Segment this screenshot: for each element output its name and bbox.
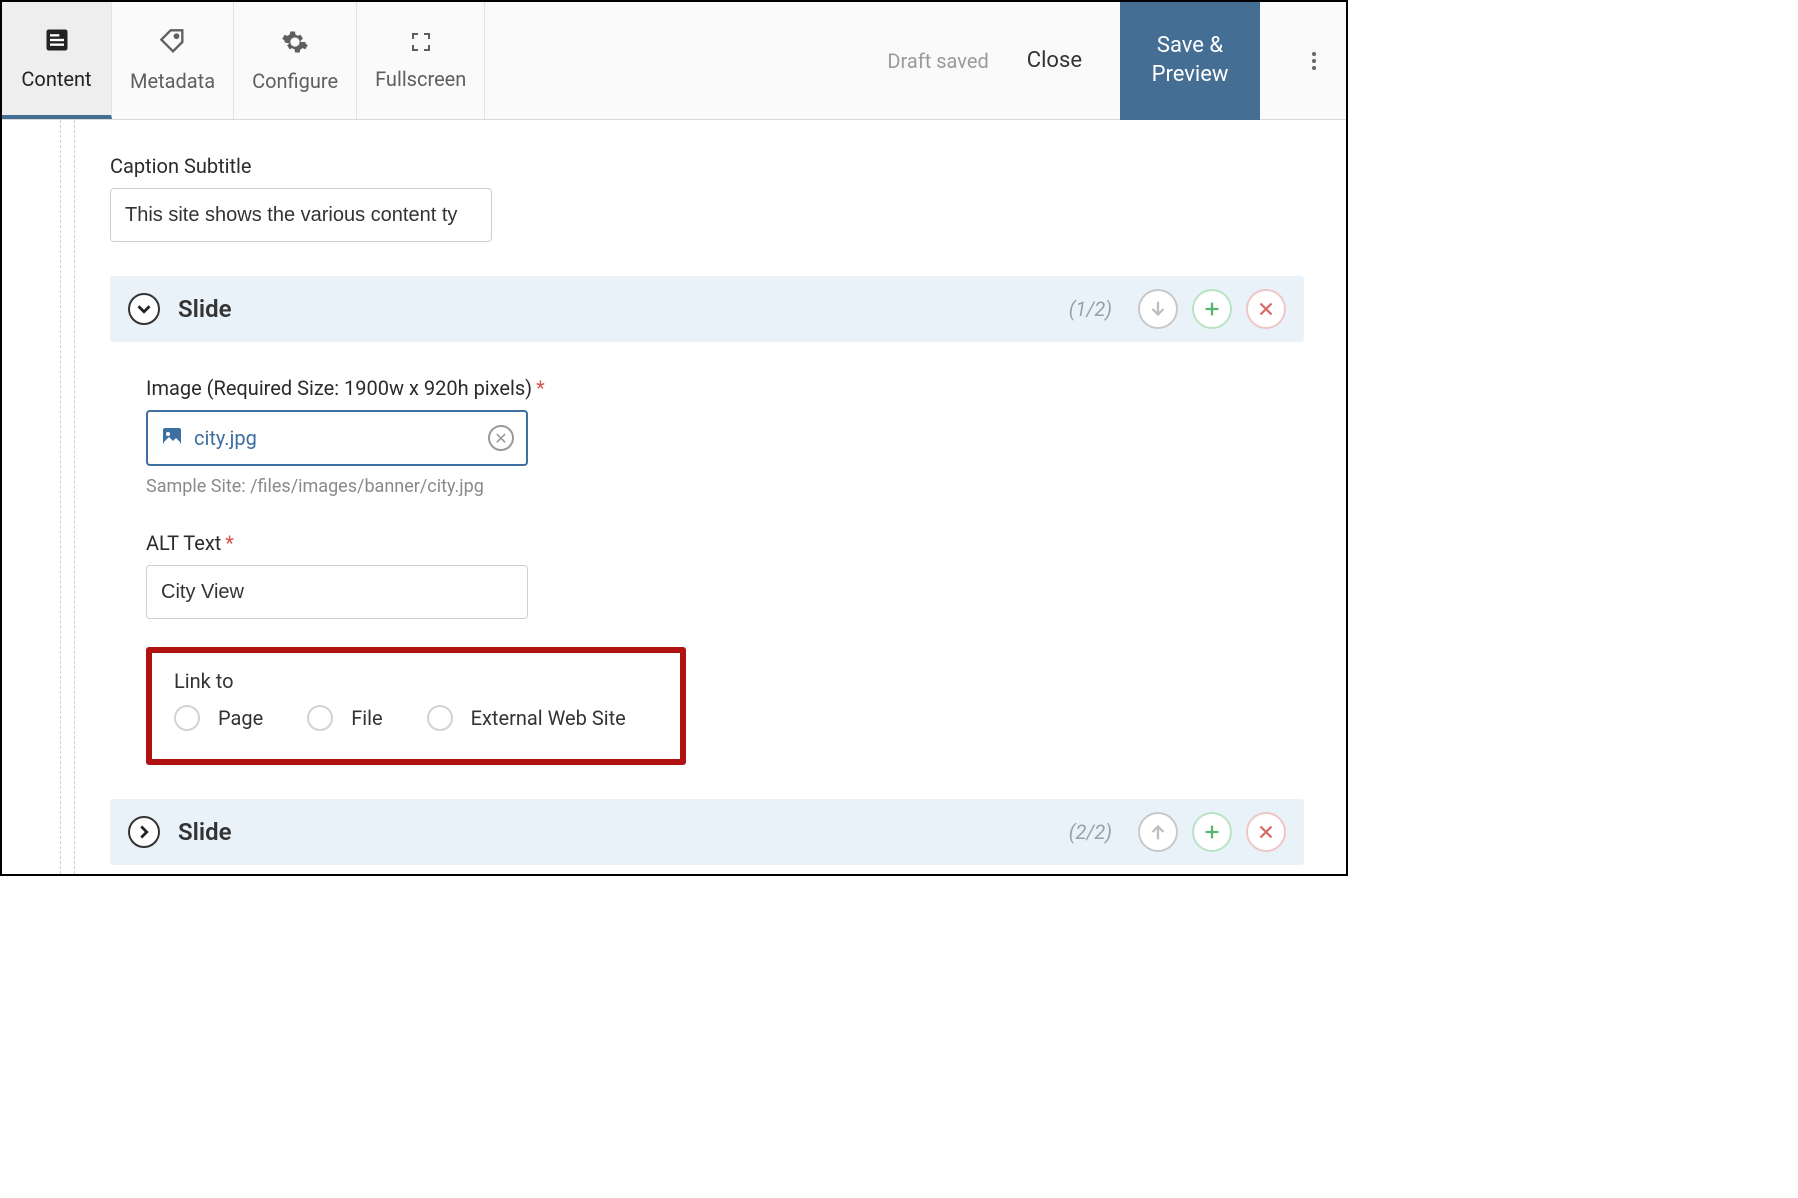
expand-toggle-2[interactable] bbox=[128, 816, 160, 848]
editor-window: Content Metadata Configure Fullscreen Dr… bbox=[0, 0, 1348, 876]
close-button[interactable]: Close bbox=[1017, 48, 1092, 73]
tab-configure[interactable]: Configure bbox=[234, 2, 357, 119]
move-up-button-2[interactable] bbox=[1138, 812, 1178, 852]
tab-metadata-label: Metadata bbox=[130, 69, 215, 93]
image-file-icon bbox=[160, 424, 184, 453]
tab-configure-label: Configure bbox=[252, 69, 338, 93]
draft-status: Draft saved bbox=[887, 49, 988, 73]
slide-header-2: Slide (2/2) bbox=[110, 799, 1304, 865]
caption-subtitle-label: Caption Subtitle bbox=[110, 154, 1304, 178]
radio-dot-icon bbox=[427, 705, 453, 731]
save-label-line2: Preview bbox=[1152, 61, 1229, 90]
link-radio-file-label: File bbox=[351, 706, 382, 730]
clear-image-button[interactable]: ✕ bbox=[488, 425, 514, 451]
link-to-group-highlight: Link to Page File External Web Site bbox=[146, 647, 686, 765]
alt-text-label: ALT Text* bbox=[146, 531, 1304, 555]
tab-metadata[interactable]: Metadata bbox=[112, 2, 234, 119]
link-radio-external-label: External Web Site bbox=[471, 706, 626, 730]
link-radio-file[interactable]: File bbox=[307, 705, 382, 731]
image-file-chip[interactable]: city.jpg ✕ bbox=[146, 410, 528, 466]
tab-content[interactable]: Content bbox=[2, 2, 112, 119]
slide-header-1: Slide (1/2) bbox=[110, 276, 1304, 342]
add-slide-button-1[interactable] bbox=[1192, 289, 1232, 329]
image-field-label: Image (Required Size: 1900w x 920h pixel… bbox=[146, 376, 1304, 400]
radio-dot-icon bbox=[174, 705, 200, 731]
link-to-options: Page File External Web Site bbox=[174, 705, 658, 731]
delete-slide-button-1[interactable] bbox=[1246, 289, 1286, 329]
toolbar-right: Draft saved Close Save & Preview bbox=[887, 2, 1346, 119]
link-to-label: Link to bbox=[174, 669, 658, 693]
content-icon bbox=[43, 26, 71, 59]
image-filename: city.jpg bbox=[194, 426, 488, 450]
tab-content-label: Content bbox=[21, 67, 91, 91]
content-column: Caption Subtitle Slide (1/2) bbox=[110, 120, 1304, 874]
add-slide-button-2[interactable] bbox=[1192, 812, 1232, 852]
link-radio-external[interactable]: External Web Site bbox=[427, 705, 626, 731]
collapse-toggle-1[interactable] bbox=[128, 293, 160, 325]
tag-icon bbox=[159, 28, 187, 61]
delete-slide-button-2[interactable] bbox=[1246, 812, 1286, 852]
radio-dot-icon bbox=[307, 705, 333, 731]
save-label-line1: Save & bbox=[1157, 32, 1223, 61]
tab-fullscreen[interactable]: Fullscreen bbox=[357, 2, 485, 119]
slide-title-2: Slide bbox=[178, 818, 232, 846]
caption-subtitle-input[interactable] bbox=[110, 188, 492, 242]
save-preview-button[interactable]: Save & Preview bbox=[1120, 2, 1260, 120]
tab-fullscreen-label: Fullscreen bbox=[375, 67, 466, 91]
alt-text-input[interactable] bbox=[146, 565, 528, 619]
slide-title-1: Slide bbox=[178, 295, 232, 323]
gear-icon bbox=[281, 28, 309, 61]
link-radio-page-label: Page bbox=[218, 706, 263, 730]
move-down-button-1[interactable] bbox=[1138, 289, 1178, 329]
image-path-hint: Sample Site: /files/images/banner/city.j… bbox=[146, 476, 1304, 497]
link-radio-page[interactable]: Page bbox=[174, 705, 263, 731]
slide-counter-1: (1/2) bbox=[1069, 297, 1112, 321]
outline-rails bbox=[60, 120, 90, 874]
slide-counter-2: (2/2) bbox=[1069, 820, 1112, 844]
fullscreen-icon bbox=[409, 30, 433, 59]
more-menu-button[interactable] bbox=[1288, 49, 1340, 73]
slide-body-1: Image (Required Size: 1900w x 920h pixel… bbox=[110, 376, 1304, 765]
editor-body: Caption Subtitle Slide (1/2) bbox=[2, 120, 1346, 874]
top-toolbar: Content Metadata Configure Fullscreen Dr… bbox=[2, 2, 1346, 120]
